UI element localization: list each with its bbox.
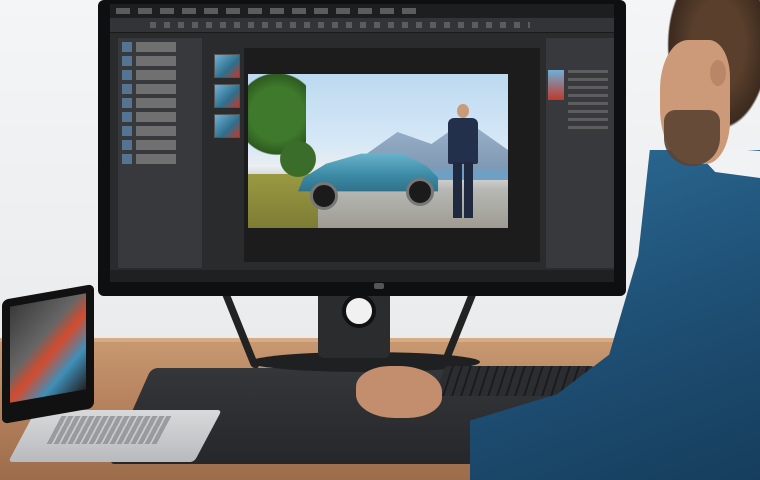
laptop-screen bbox=[2, 283, 94, 425]
properties-rows bbox=[568, 70, 608, 130]
office-scene bbox=[0, 0, 760, 480]
edited-photo bbox=[248, 74, 508, 228]
laptop-keyboard bbox=[46, 416, 172, 444]
layer-row bbox=[122, 56, 198, 66]
layer-row bbox=[122, 140, 198, 150]
editor-menu-items bbox=[116, 8, 416, 14]
thumbnail bbox=[214, 54, 240, 78]
editor-status-bar bbox=[110, 270, 614, 282]
editor-thumbnail-strip bbox=[214, 54, 242, 144]
layer-row bbox=[122, 70, 198, 80]
monitor-logo bbox=[374, 283, 384, 289]
thumbnail bbox=[214, 84, 240, 108]
layer-row bbox=[122, 112, 198, 122]
photo-man-legs bbox=[453, 162, 473, 218]
photo-man-suit bbox=[448, 118, 478, 164]
layer-row bbox=[122, 42, 198, 52]
editor-option-controls bbox=[150, 22, 530, 28]
photo-man-in-suit bbox=[446, 104, 480, 220]
person-beard bbox=[664, 110, 720, 166]
thumbnail bbox=[214, 114, 240, 138]
monitor-stand-cable-hole bbox=[342, 294, 376, 328]
monitor-screen bbox=[110, 4, 614, 282]
photo-car-wheel bbox=[310, 182, 338, 210]
person-hand-on-mouse bbox=[356, 366, 442, 418]
editor-layers-panel bbox=[118, 38, 202, 268]
laptop-display-content bbox=[10, 293, 86, 403]
layer-row bbox=[122, 154, 198, 164]
layer-row bbox=[122, 84, 198, 94]
person-ear bbox=[710, 60, 726, 86]
photo-man-head bbox=[457, 104, 469, 118]
photo-car-wheel bbox=[406, 178, 434, 206]
layer-row bbox=[122, 98, 198, 108]
properties-thumbnail bbox=[548, 70, 564, 100]
layer-row bbox=[122, 126, 198, 136]
